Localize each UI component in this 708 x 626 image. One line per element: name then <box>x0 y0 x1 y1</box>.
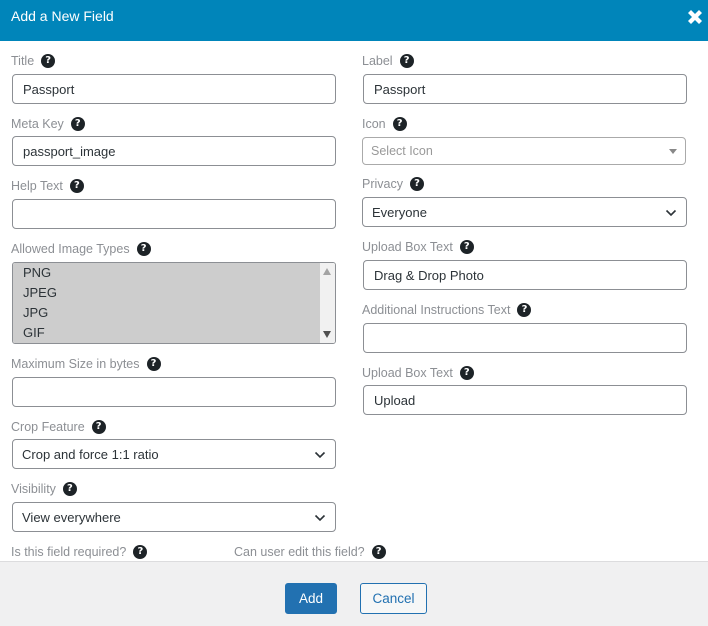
visibility-value: View everywhere <box>22 509 121 525</box>
visibility-label: Visibility? <box>11 482 77 496</box>
help-icon[interactable]: ? <box>392 117 407 131</box>
crop-feature-value: Crop and force 1:1 ratio <box>22 446 159 462</box>
listbox-scrollbar[interactable] <box>320 263 335 343</box>
required-label: Is this field required?? <box>11 545 148 559</box>
title-input[interactable] <box>12 74 336 104</box>
label-label: Label? <box>362 54 414 68</box>
scroll-up-icon[interactable] <box>323 268 331 275</box>
help-icon[interactable]: ? <box>517 303 532 317</box>
listbox-option-gif[interactable]: GIF <box>13 323 320 343</box>
crop-feature-label: Crop Feature? <box>11 420 106 434</box>
meta-key-label: Meta Key? <box>11 117 85 131</box>
add-field-modal: Add a New Field Title? Meta Key? Help Te… <box>0 0 708 626</box>
additional-instructions-label: Additional Instructions Text? <box>362 303 532 317</box>
additional-instructions-input[interactable] <box>363 323 687 353</box>
help-icon[interactable]: ? <box>399 54 414 68</box>
help-text-label: Help Text? <box>11 179 84 193</box>
allowed-image-types-label: Allowed Image Types? <box>11 242 151 256</box>
help-icon[interactable]: ? <box>70 117 85 131</box>
upload-box-text-label: Upload Box Text? <box>362 240 474 254</box>
modal-title: Add a New Field <box>11 8 114 24</box>
meta-key-input[interactable] <box>12 136 336 166</box>
title-label: Title? <box>11 54 56 68</box>
privacy-label: Privacy? <box>362 177 424 191</box>
icon-select-placeholder: Select Icon <box>371 144 433 158</box>
help-icon[interactable]: ? <box>146 357 161 371</box>
add-button[interactable]: Add <box>285 583 337 614</box>
chevron-down-icon <box>314 514 326 522</box>
listbox-option-png[interactable]: PNG <box>13 263 320 283</box>
icon-select[interactable]: Select Icon <box>362 137 686 165</box>
visibility-select[interactable]: View everywhere <box>12 502 336 532</box>
listbox-items: PNG JPEG JPG GIF <box>13 263 320 343</box>
upload-box-text-input[interactable] <box>363 260 687 290</box>
modal-footer <box>0 561 708 626</box>
icon-label: Icon? <box>362 117 407 131</box>
help-icon[interactable]: ? <box>409 177 424 191</box>
allowed-image-types-listbox[interactable]: PNG JPEG JPG GIF <box>12 262 336 344</box>
label-input[interactable] <box>363 74 687 104</box>
chevron-down-icon <box>314 451 326 459</box>
privacy-select[interactable]: Everyone <box>362 197 687 227</box>
help-icon[interactable]: ? <box>459 240 474 254</box>
help-icon[interactable]: ? <box>62 482 77 496</box>
help-icon[interactable]: ? <box>41 54 56 68</box>
help-icon[interactable]: ? <box>69 179 84 193</box>
close-icon[interactable] <box>684 6 706 28</box>
help-text-input[interactable] <box>12 199 336 229</box>
user-edit-label: Can user edit this field?? <box>234 545 386 559</box>
chevron-down-icon <box>665 209 677 217</box>
upload-box-text-2-label: Upload Box Text? <box>362 366 474 380</box>
help-icon[interactable]: ? <box>459 366 474 380</box>
help-icon[interactable]: ? <box>133 545 148 559</box>
listbox-option-jpg[interactable]: JPG <box>13 303 320 323</box>
listbox-option-jpeg[interactable]: JPEG <box>13 283 320 303</box>
cancel-button[interactable]: Cancel <box>360 583 427 614</box>
crop-feature-select[interactable]: Crop and force 1:1 ratio <box>12 439 336 469</box>
max-size-label: Maximum Size in bytes? <box>11 357 161 371</box>
modal-header: Add a New Field <box>0 0 708 41</box>
help-icon[interactable]: ? <box>136 242 151 256</box>
privacy-value: Everyone <box>372 204 427 220</box>
help-icon[interactable]: ? <box>91 420 106 434</box>
scroll-down-icon[interactable] <box>323 331 331 338</box>
upload-box-text-2-input[interactable] <box>363 385 687 415</box>
help-icon[interactable]: ? <box>371 545 386 559</box>
caret-down-icon <box>669 149 677 154</box>
max-size-input[interactable] <box>12 377 336 407</box>
